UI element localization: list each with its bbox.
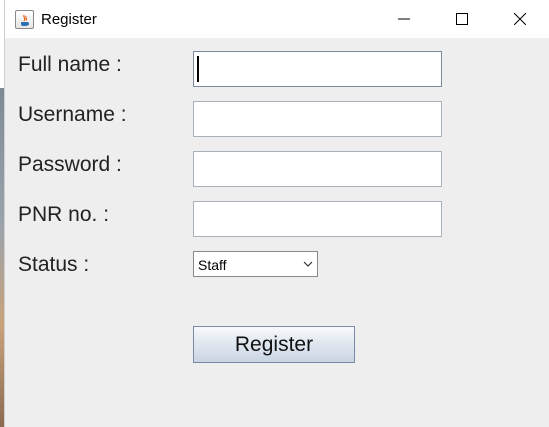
status-dropdown[interactable]: Staff <box>193 251 318 277</box>
window-title: Register <box>41 11 97 28</box>
username-label: Username : <box>18 103 127 126</box>
java-app-icon <box>15 10 34 29</box>
full-name-field[interactable] <box>193 51 442 87</box>
minimize-icon <box>398 18 410 20</box>
username-field[interactable] <box>193 101 442 137</box>
full-name-label: Full name : <box>18 53 122 76</box>
register-button[interactable]: Register <box>193 326 355 363</box>
pnr-field[interactable] <box>193 201 442 237</box>
register-window: Register Full name : Username : Password… <box>4 0 549 427</box>
pnr-label: PNR no. : <box>18 203 110 226</box>
status-selected-value: Staff <box>198 257 227 273</box>
chevron-down-icon <box>303 261 313 267</box>
status-label: Status : <box>18 253 90 276</box>
minimize-button[interactable] <box>375 0 433 38</box>
text-caret <box>197 56 199 82</box>
maximize-button[interactable] <box>433 0 491 38</box>
password-field[interactable] <box>193 151 442 187</box>
title-bar[interactable]: Register <box>5 0 549 38</box>
password-label: Password : <box>18 153 122 176</box>
close-button[interactable] <box>491 0 549 38</box>
close-icon <box>514 13 526 25</box>
maximize-icon <box>456 13 468 25</box>
